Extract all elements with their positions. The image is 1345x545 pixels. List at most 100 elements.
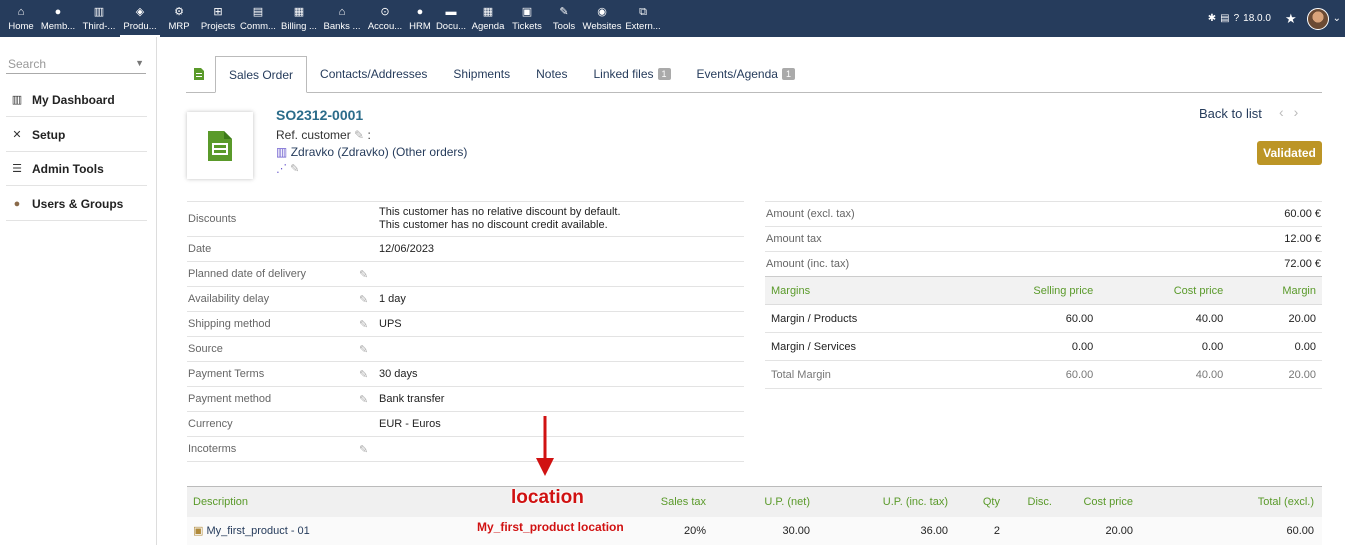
- menu-item-label: HRM: [409, 21, 431, 32]
- menu-item-mrp[interactable]: ⚙ MRP: [160, 0, 198, 37]
- cell: Margin / Products: [765, 304, 945, 333]
- menu-item-projects[interactable]: ⊞ Projects: [198, 0, 238, 37]
- info-row: Payment Terms ✎ 30 days: [187, 361, 744, 386]
- bookmark-star-icon[interactable]: ★: [1285, 11, 1297, 27]
- tab-linked-files[interactable]: Linked files 1: [580, 56, 683, 92]
- amount-row: Amount tax 12.00 €: [765, 226, 1322, 251]
- edit-pencil-icon[interactable]: ✎: [359, 368, 379, 381]
- user-icon: ●: [13, 197, 21, 210]
- column-header: Sales tax: [607, 486, 706, 517]
- link-objects-icon[interactable]: ⋰: [276, 163, 287, 175]
- menu-item-memb[interactable]: ● Memb...: [38, 0, 78, 37]
- menu-item-extern[interactable]: ⧉ Extern...: [622, 0, 664, 37]
- company-icon: ▥: [276, 145, 288, 159]
- info-label: Payment method: [188, 393, 272, 405]
- menu-item-tickets[interactable]: ▣ Tickets: [508, 0, 546, 37]
- print-icon[interactable]: ▤: [1220, 13, 1229, 24]
- tab-label: Shipments: [453, 67, 511, 81]
- menu-item-produ[interactable]: ◈ Produ...: [120, 0, 160, 37]
- back-to-list-link[interactable]: Back to list: [1199, 106, 1262, 121]
- user-avatar[interactable]: [1306, 7, 1329, 30]
- previous-icon[interactable]: ‹: [1279, 104, 1294, 120]
- invoice-icon: ▦: [293, 6, 305, 18]
- info-row: Currency EUR - Euros: [187, 411, 744, 436]
- wrench-icon: ✎: [559, 6, 569, 18]
- info-label: Incoterms: [188, 443, 237, 455]
- ref-customer-separator: :: [367, 128, 371, 142]
- sidebar-item-my-dashboard[interactable]: ▥ My Dashboard: [6, 83, 147, 117]
- amount-row: Amount (excl. tax) 60.00 €: [765, 201, 1322, 226]
- menu-item-banks[interactable]: ⌂ Banks ...: [320, 0, 364, 37]
- sidebar-item-users-groups[interactable]: ● Users & Groups: [6, 187, 147, 221]
- column-header: Cost price: [1099, 276, 1230, 305]
- version-label: 18.0.0: [1243, 13, 1271, 24]
- info-value: This customer has no relative discount b…: [379, 206, 621, 231]
- search-select[interactable]: Search ▼: [6, 54, 146, 74]
- edit-pencil-icon[interactable]: ✎: [359, 318, 379, 331]
- tab-sales-order[interactable]: Sales Order: [215, 56, 308, 93]
- cubes-icon: ⚙: [174, 6, 184, 18]
- other-orders-link[interactable]: (Other orders): [392, 145, 467, 159]
- table-row-total: Total Margin 60.00 40.00 20.00: [765, 360, 1322, 389]
- menu-item-docu[interactable]: ▬ Docu...: [434, 0, 468, 37]
- menu-item-home[interactable]: ⌂ Home: [4, 0, 38, 37]
- tab-contacts-addresses[interactable]: Contacts/Addresses: [307, 56, 440, 92]
- amount-value: 60.00 €: [1284, 208, 1321, 220]
- info-row: Availability delay ✎ 1 day: [187, 286, 744, 311]
- search-placeholder: Search: [8, 57, 47, 71]
- sidebar-item-setup[interactable]: ✕ Setup: [6, 118, 147, 152]
- tab-shipments[interactable]: Shipments: [440, 56, 523, 92]
- globe-icon: ◉: [597, 6, 607, 18]
- menu-item-hrm[interactable]: ● HRM: [406, 0, 434, 37]
- users-icon: ●: [416, 6, 424, 18]
- margins-table: Margins Selling price Cost price Margin …: [765, 276, 1322, 389]
- menu-item-accou[interactable]: ⊙ Accou...: [364, 0, 406, 37]
- edit-pencil-icon[interactable]: ✎: [359, 393, 379, 406]
- menu-item-websites[interactable]: ◉ Websites: [582, 0, 622, 37]
- amount-label: Amount (inc. tax): [766, 258, 850, 270]
- column-header: Total (excl.): [1133, 486, 1322, 517]
- edit-pencil-icon[interactable]: ✎: [290, 163, 299, 175]
- menu-item-label: Banks ...: [323, 21, 361, 32]
- menu-item-billing[interactable]: ▦ Billing ...: [278, 0, 320, 37]
- document-icon: [186, 56, 215, 92]
- menu-item-label: Accou...: [367, 21, 403, 32]
- menu-item-label: Comm...: [240, 21, 276, 32]
- info-label: Date: [188, 243, 212, 255]
- menu-item-label: Docu...: [435, 21, 467, 32]
- edit-pencil-icon[interactable]: ✎: [359, 268, 379, 281]
- sidebar-item-admin-tools[interactable]: ☰ Admin Tools: [6, 152, 147, 186]
- info-row: Shipping method ✎ UPS: [187, 311, 744, 336]
- menu-item-agenda[interactable]: ▦ Agenda: [468, 0, 508, 37]
- menu-item-label: Agenda: [471, 21, 505, 32]
- cell: [1000, 516, 1052, 545]
- edit-pencil-icon[interactable]: ✎: [354, 128, 364, 142]
- bug-icon[interactable]: ✱: [1208, 13, 1216, 24]
- cell: 0.00: [1099, 332, 1230, 361]
- tab-events-agenda[interactable]: Events/Agenda 1: [684, 56, 808, 92]
- info-label: Payment Terms: [188, 368, 265, 380]
- ticket-icon: ▣: [521, 6, 533, 18]
- column-header: Selling price: [945, 276, 1100, 305]
- column-header: Disc.: [1000, 486, 1052, 517]
- menu-item-label: Extern...: [625, 21, 661, 32]
- edit-pencil-icon[interactable]: ✎: [359, 343, 379, 356]
- help-icon[interactable]: ?: [1234, 13, 1240, 24]
- info-label: Shipping method: [188, 318, 271, 330]
- table-row[interactable]: ▣ My_first_product - 01 20% 30.00 36.00 …: [187, 516, 1322, 545]
- info-label: Availability delay: [188, 293, 270, 305]
- menu-item-comm[interactable]: ▤ Comm...: [238, 0, 278, 37]
- menu-item-third[interactable]: ▥ Third-...: [78, 0, 120, 37]
- amount-value: 72.00 €: [1284, 258, 1321, 270]
- next-icon[interactable]: ›: [1294, 104, 1309, 120]
- tab-notes[interactable]: Notes: [523, 56, 580, 92]
- menu-item-tools[interactable]: ✎ Tools: [546, 0, 582, 37]
- chevron-down-icon[interactable]: ⌄: [1333, 13, 1341, 24]
- ref-customer-label: Ref. customer: [276, 128, 351, 142]
- lines-header-row: Description Sales tax U.P. (net) U.P. (i…: [187, 486, 1322, 517]
- product-link[interactable]: My_first_product - 01: [206, 525, 309, 537]
- edit-pencil-icon[interactable]: ✎: [359, 443, 379, 456]
- edit-pencil-icon[interactable]: ✎: [359, 293, 379, 306]
- customer-link[interactable]: Zdravko (Zdravko): [291, 145, 389, 159]
- order-document-icon: [187, 112, 253, 179]
